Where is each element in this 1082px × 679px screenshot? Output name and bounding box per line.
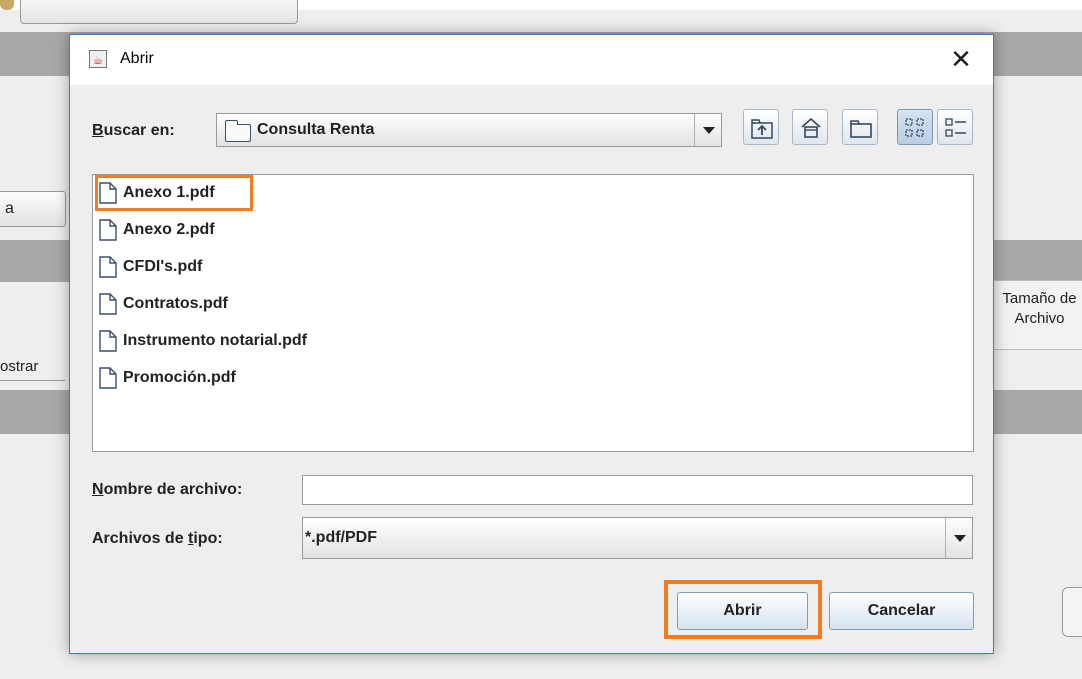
file-icon <box>99 219 117 241</box>
background-top-button[interactable] <box>20 0 298 24</box>
new-folder-button[interactable] <box>842 109 878 145</box>
dialog-title: Abrir <box>120 50 154 67</box>
list-view-icon <box>905 118 924 137</box>
background-right-button[interactable] <box>1062 587 1082 637</box>
filename-label: Nombre de archivo: <box>92 481 243 498</box>
file-name: Anexo 2.pdf <box>123 221 215 238</box>
list-item[interactable]: Promoción.pdf <box>99 363 236 393</box>
file-icon <box>99 367 117 389</box>
background-app-icon <box>0 0 14 10</box>
dialog-titlebar: ☕ Abrir ✕ <box>70 35 993 85</box>
background-left-button[interactable]: a <box>0 191 66 227</box>
new-folder-icon <box>850 120 872 138</box>
list-item[interactable]: Instrumento notarial.pdf <box>99 326 307 356</box>
look-in-combobox[interactable]: Consulta Renta <box>216 113 722 147</box>
file-list[interactable]: Anexo 1.pdf Anexo 2.pdf CFDI's.pdf Contr… <box>92 174 974 452</box>
home-icon <box>801 117 821 138</box>
current-folder-name: Consulta Renta <box>257 121 375 138</box>
file-name: CFDI's.pdf <box>123 258 203 275</box>
open-file-dialog: ☕ Abrir ✕ Buscar en: Consulta Renta Anex… <box>69 34 994 654</box>
filename-input[interactable] <box>302 475 973 505</box>
chevron-down-icon[interactable] <box>694 114 721 146</box>
details-view-button[interactable] <box>937 109 973 145</box>
filetype-combobox[interactable]: *.pdf/PDF <box>302 517 973 559</box>
file-icon <box>99 182 117 204</box>
file-icon <box>99 256 117 278</box>
background-mostrar-label: ostrar <box>0 358 39 375</box>
up-one-level-icon <box>751 119 773 139</box>
up-one-level-button[interactable] <box>743 109 779 145</box>
file-name: Anexo 1.pdf <box>123 184 215 201</box>
background-divider <box>0 380 65 381</box>
list-item[interactable]: Anexo 2.pdf <box>99 215 215 245</box>
details-view-icon <box>945 118 966 137</box>
filetype-selected: *.pdf/PDF <box>305 529 377 546</box>
file-name: Instrumento notarial.pdf <box>123 332 307 349</box>
file-icon <box>99 293 117 315</box>
cancel-button[interactable]: Cancelar <box>829 592 974 630</box>
home-button[interactable] <box>792 109 828 145</box>
java-app-icon: ☕ <box>89 50 107 68</box>
list-item[interactable]: Anexo 1.pdf <box>99 178 215 208</box>
file-name: Promoción.pdf <box>123 369 236 386</box>
open-button[interactable]: Abrir <box>677 592 808 630</box>
list-view-button[interactable] <box>897 109 933 145</box>
close-button[interactable]: ✕ <box>946 45 976 75</box>
background-column-header-file-size[interactable]: Tamaño de Archivo <box>992 280 1082 350</box>
file-icon <box>99 330 117 352</box>
folder-icon <box>224 120 251 142</box>
file-name: Contratos.pdf <box>123 295 228 312</box>
chevron-down-icon[interactable] <box>945 518 972 558</box>
look-in-label: Buscar en: <box>92 122 175 139</box>
filetype-label: Archivos de tipo: <box>92 530 223 547</box>
list-item[interactable]: CFDI's.pdf <box>99 252 202 282</box>
list-item[interactable]: Contratos.pdf <box>99 289 228 319</box>
